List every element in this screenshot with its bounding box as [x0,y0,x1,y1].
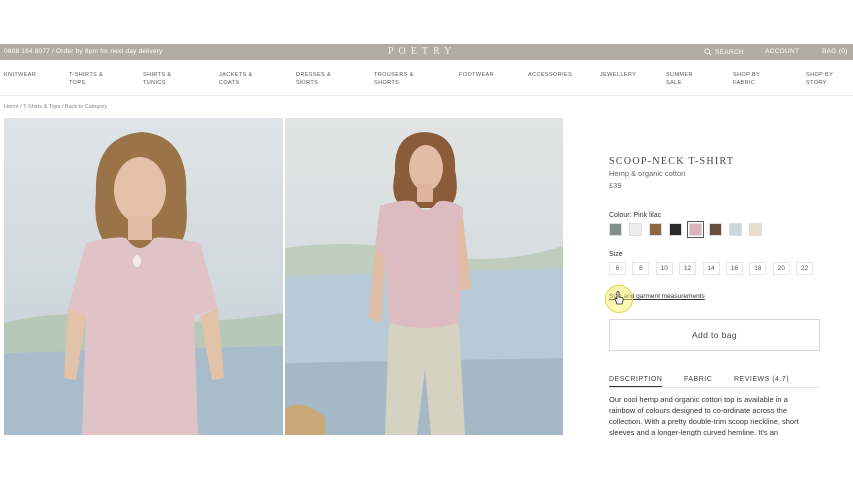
product-image-side[interactable] [285,118,563,435]
nav-dresses-skirts[interactable]: DRESSES & SKIRTS [296,71,336,87]
top-bar: 0808 164 8077 / Order by 8pm for next da… [0,44,853,60]
product-image-front[interactable] [4,118,283,435]
account-link[interactable]: ACCOUNT [765,48,799,55]
nav-tshirts-tops[interactable]: T-SHIRTS & TOPS [69,71,109,87]
search-icon [704,48,712,56]
nav-knitwear[interactable]: KNITWEAR [4,71,56,79]
nav-shop-by-story[interactable]: SHOP BY STORY [806,71,840,87]
size-label: Size [609,251,623,258]
hand-cursor-icon [614,291,624,305]
tab-description[interactable]: DESCRIPTION [609,376,663,387]
nav-accessories[interactable]: ACCESSORIES [528,71,580,79]
colour-swatch[interactable] [709,223,722,236]
nav-jackets-coats[interactable]: JACKETS & COATS [219,71,259,87]
main-nav: KNITWEAR T-SHIRTS & TOPS SHIRTS & TUNICS… [0,60,853,96]
size-option[interactable]: 14 [702,262,720,275]
product-info: SCOOP-NECK T-SHIRT Hemp & organic cotton… [609,156,823,190]
nav-jewellery[interactable]: JEWELLERY [600,71,652,79]
nav-trousers-shorts[interactable]: TROUSERS & SHORTS [374,71,418,87]
breadcrumb[interactable]: Home / T-Shirts & Tops / Back to Categor… [4,104,107,110]
colour-swatch[interactable] [629,223,642,236]
bag-link[interactable]: BAG (0) [822,48,848,55]
tab-reviews[interactable]: REVIEWS (4.7) [734,376,789,386]
size-option[interactable]: 18 [749,262,767,275]
promo-text: 0808 164 8077 / Order by 8pm for next da… [4,48,163,55]
colour-swatch[interactable] [669,223,682,236]
colour-swatch[interactable] [749,223,762,236]
search-label: SEARCH [715,48,744,56]
brand-logo[interactable]: POETRY [388,46,456,57]
size-option[interactable]: 22 [796,262,814,275]
nav-summer-sale[interactable]: SUMMER SALE [666,71,696,87]
colour-swatch[interactable] [687,221,704,238]
colour-swatches [609,221,762,238]
nav-shirts-tunics[interactable]: SHIRTS & TUNICS [143,71,177,87]
colour-swatch[interactable] [609,223,622,236]
colour-swatch[interactable] [729,223,742,236]
product-price: £39 [609,181,622,190]
search-button[interactable]: SEARCH [704,48,744,56]
size-options: 6 8 10 12 14 16 18 20 22 [609,262,814,275]
nav-footwear[interactable]: FOOTWEAR [459,71,511,79]
size-option[interactable]: 10 [655,262,673,275]
size-option[interactable]: 6 [609,262,626,275]
size-option[interactable]: 8 [632,262,650,275]
colour-swatch[interactable] [649,223,662,236]
product-title: SCOOP-NECK T-SHIRT [609,156,735,167]
product-description: Our cool hemp and organic cotton top is … [609,395,799,436]
size-option[interactable]: 20 [772,262,790,275]
nav-shop-by-fabric[interactable]: SHOP BY FABRIC [733,71,767,87]
size-option[interactable]: 12 [679,262,697,275]
tab-fabric[interactable]: FABRIC [684,376,712,386]
colour-label: Colour: Pink lilac [609,212,662,219]
add-to-bag-button[interactable]: Add to bag [609,319,820,351]
size-option[interactable]: 16 [725,262,743,275]
product-tabs: DESCRIPTION FABRIC REVIEWS (4.7) [609,376,820,388]
product-subtitle: Hemp & organic cotton [609,169,686,178]
